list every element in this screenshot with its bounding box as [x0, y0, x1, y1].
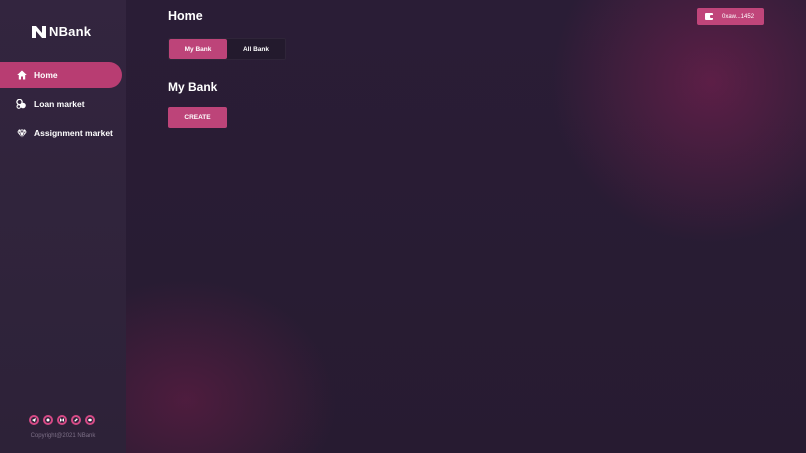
wallet-address: 0xaw...1452: [722, 13, 755, 20]
home-icon: [16, 70, 27, 81]
sidebar-nav: Home Loan market Assignment market: [0, 62, 126, 149]
brand-name: NBank: [49, 24, 92, 39]
tab-my-bank[interactable]: My Bank: [169, 39, 227, 59]
diamond-icon: [16, 128, 27, 139]
social-links: [29, 415, 95, 425]
coins-icon: [16, 99, 27, 110]
app-window: NBank Home Loan market Assignment market…: [0, 0, 806, 453]
discord-icon[interactable]: [85, 415, 95, 425]
main-content: Home 0xaw...1452 My Bank All Bank My Ban…: [126, 0, 806, 453]
tab-all-bank[interactable]: All Bank: [227, 39, 285, 59]
sidebar: NBank Home Loan market Assignment market…: [0, 0, 126, 453]
sidebar-item-label: Loan market: [34, 99, 85, 109]
create-button[interactable]: CREATE: [168, 107, 227, 128]
page-title: Home: [168, 9, 203, 23]
medium-icon[interactable]: [57, 415, 67, 425]
wallet-address-button[interactable]: 0xaw...1452: [697, 8, 764, 25]
section-title: My Bank: [168, 80, 218, 94]
sidebar-item-home[interactable]: Home: [0, 62, 122, 88]
telegram-icon[interactable]: [29, 415, 39, 425]
brand-logo[interactable]: NBank: [32, 24, 91, 39]
wallet-icon: [705, 13, 713, 20]
sidebar-item-label: Home: [34, 70, 58, 80]
github-icon[interactable]: [43, 415, 53, 425]
twitter-icon[interactable]: [71, 415, 81, 425]
sidebar-item-assignment-market[interactable]: Assignment market: [0, 120, 126, 146]
sidebar-item-label: Assignment market: [34, 128, 113, 138]
nbank-logo-icon: [32, 25, 46, 38]
bank-tabs: My Bank All Bank: [168, 38, 286, 60]
copyright-text: Copyright@2021 NBank: [30, 433, 96, 439]
sidebar-item-loan-market[interactable]: Loan market: [0, 91, 126, 117]
